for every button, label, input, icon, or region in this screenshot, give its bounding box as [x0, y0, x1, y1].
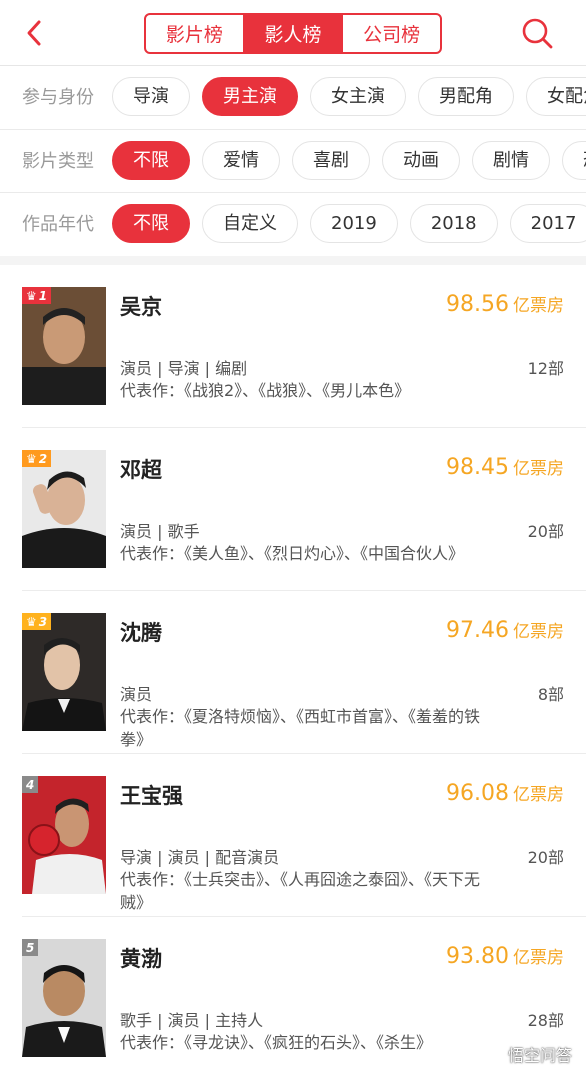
box-office-value: 93.80 — [446, 944, 509, 969]
box-office-unit: 亿票房 — [513, 296, 564, 316]
avatar: ♛ 2 — [22, 450, 106, 568]
filter-chip[interactable]: 喜剧 — [292, 141, 370, 180]
tab-movie-ranking[interactable]: 影片榜 — [146, 15, 243, 52]
film-count: 28部 — [527, 1011, 564, 1030]
filter-chips: 导演 男主演 女主演 男配角 女配角 — [112, 77, 586, 116]
rank-number: 5 — [26, 940, 35, 955]
filter-row-role: 参与身份 导演 男主演 女主演 男配角 女配角 — [0, 66, 586, 129]
filter-chips: 不限 爱情 喜剧 动画 剧情 恐怖 — [112, 141, 586, 180]
filter-chip[interactable]: 女配角 — [526, 77, 586, 116]
filter-chip[interactable]: 女主演 — [310, 77, 406, 116]
filter-chip[interactable]: 恐怖 — [562, 141, 586, 180]
representative-works: 代表作：《战狼2》、《战狼》、《男儿本色》 — [120, 381, 411, 400]
crown-icon: ♛ — [26, 614, 37, 629]
search-icon[interactable] — [520, 16, 554, 50]
filter-label: 影片类型 — [22, 151, 94, 172]
filter-label: 作品年代 — [22, 214, 94, 235]
filter-panel: 参与身份 导演 男主演 女主演 男配角 女配角 影片类型 不限 爱情 喜剧 动画… — [0, 66, 586, 256]
list-item[interactable]: 5 黄渤 93.80 亿票房 歌手 | 演员 | 主持人 28部 代表作：《寻龙诀… — [0, 917, 586, 1074]
avatar: ♛ 1 — [22, 287, 106, 405]
person-roles: 演员 | 导演 | 编剧 — [120, 359, 248, 378]
box-office-unit: 亿票房 — [513, 948, 564, 968]
rank-badge: 4 — [22, 776, 39, 793]
rank-number: 4 — [26, 777, 35, 792]
list-item[interactable]: 4 王宝强 96.08 亿票房 导演 | 演员 | 配音演员 20部 代表作：《士… — [0, 754, 586, 917]
rank-number: 3 — [38, 614, 48, 629]
box-office-unit: 亿票房 — [513, 622, 564, 642]
person-name: 吴京 — [120, 295, 162, 319]
tab-people-ranking[interactable]: 影人榜 — [242, 15, 342, 52]
box-office: 98.45 亿票房 — [446, 454, 564, 480]
box-office-value: 97.46 — [446, 618, 509, 643]
box-office-unit: 亿票房 — [513, 459, 564, 479]
box-office-value: 98.45 — [446, 455, 509, 480]
representative-works: 代表作：《寻龙诀》、《疯狂的石头》、《杀生》 — [120, 1033, 433, 1052]
representative-works: 代表作：《美人鱼》、《烈日灼心》、《中国合伙人》 — [120, 544, 465, 563]
person-roles: 歌手 | 演员 | 主持人 — [120, 1011, 264, 1030]
watermark-text: 悟空问答 — [507, 1046, 572, 1065]
person-roles: 演员 | 歌手 — [120, 522, 200, 541]
representative-works: 代表作：《士兵突击》、《人再囧途之泰囧》、《天下无贼》 — [120, 870, 481, 912]
watermark: 悟空问答 — [508, 1042, 572, 1066]
filter-chip-selected[interactable]: 男主演 — [202, 77, 298, 116]
rank-badge: ♛ 3 — [22, 613, 52, 630]
filter-chips: 不限 自定义 2019 2018 2017 — [112, 204, 586, 243]
crown-icon: ♛ — [26, 288, 37, 303]
person-name: 邓超 — [120, 458, 162, 482]
person-name: 沈腾 — [120, 621, 162, 645]
filter-chip[interactable]: 动画 — [382, 141, 460, 180]
film-count: 20部 — [527, 848, 564, 867]
film-count: 20部 — [527, 522, 564, 541]
avatar: 4 — [22, 776, 106, 894]
filter-chip[interactable]: 自定义 — [202, 204, 298, 243]
person-name: 王宝强 — [120, 784, 183, 808]
box-office-value: 98.56 — [446, 292, 509, 317]
crown-icon: ♛ — [26, 451, 37, 466]
box-office: 97.46 亿票房 — [446, 617, 564, 643]
representative-works: 代表作：《夏洛特烦恼》、《西虹市首富》、《羞羞的铁拳》 — [120, 707, 481, 749]
box-office-unit: 亿票房 — [513, 785, 564, 805]
back-chevron-icon[interactable] — [20, 18, 50, 48]
list-item[interactable]: ♛ 2 邓超 98.45 亿票房 演员 | 歌手 20部 代表作：《美人鱼》、《烈日… — [0, 428, 586, 591]
rank-badge: 5 — [22, 939, 39, 956]
filter-chip[interactable]: 导演 — [112, 77, 190, 116]
box-office: 98.56 亿票房 — [446, 291, 564, 317]
filter-chip[interactable]: 2019 — [310, 204, 398, 243]
person-roles: 导演 | 演员 | 配音演员 — [120, 848, 280, 867]
filter-row-genre: 影片类型 不限 爱情 喜剧 动画 剧情 恐怖 — [0, 129, 586, 192]
person-roles: 演员 — [120, 685, 153, 704]
rank-number: 2 — [38, 451, 48, 466]
box-office: 96.08 亿票房 — [446, 780, 564, 806]
filter-row-year: 作品年代 不限 自定义 2019 2018 2017 — [0, 192, 586, 255]
filter-chip[interactable]: 2018 — [409, 204, 498, 243]
top-bar: 影片榜 影人榜 公司榜 — [0, 0, 586, 66]
box-office: 93.80 亿票房 — [446, 943, 564, 969]
ranking-type-tabs: 影片榜 影人榜 公司榜 — [144, 13, 442, 54]
film-count: 8部 — [537, 685, 564, 704]
rank-badge: ♛ 1 — [22, 287, 52, 304]
filter-chip[interactable]: 剧情 — [472, 141, 550, 180]
filter-chip[interactable]: 2017 — [509, 204, 586, 243]
tab-company-ranking[interactable]: 公司榜 — [341, 15, 440, 52]
rank-number: 1 — [38, 288, 48, 303]
filter-chip-selected[interactable]: 不限 — [112, 204, 190, 243]
person-name: 黄渤 — [120, 947, 162, 971]
film-count: 12部 — [527, 359, 564, 378]
filter-chip-selected[interactable]: 不限 — [112, 141, 190, 180]
people-ranking-list: ♛ 1 吴京 98.56 亿票房 演员 | 导演 | 编剧 12部 代表作：《战狼2… — [0, 265, 586, 1074]
rank-badge: ♛ 2 — [22, 450, 52, 467]
filter-label: 参与身份 — [22, 87, 94, 108]
list-item[interactable]: ♛ 1 吴京 98.56 亿票房 演员 | 导演 | 编剧 12部 代表作：《战狼2… — [0, 265, 586, 428]
box-office-value: 96.08 — [446, 781, 509, 806]
filter-chip[interactable]: 男配角 — [418, 77, 514, 116]
avatar: 5 — [22, 939, 106, 1057]
filter-chip[interactable]: 爱情 — [202, 141, 280, 180]
avatar: ♛ 3 — [22, 613, 106, 731]
list-item[interactable]: ♛ 3 沈腾 97.46 亿票房 演员 8部 代表作：《夏洛特烦恼》、《西虹市首富》… — [0, 591, 586, 754]
